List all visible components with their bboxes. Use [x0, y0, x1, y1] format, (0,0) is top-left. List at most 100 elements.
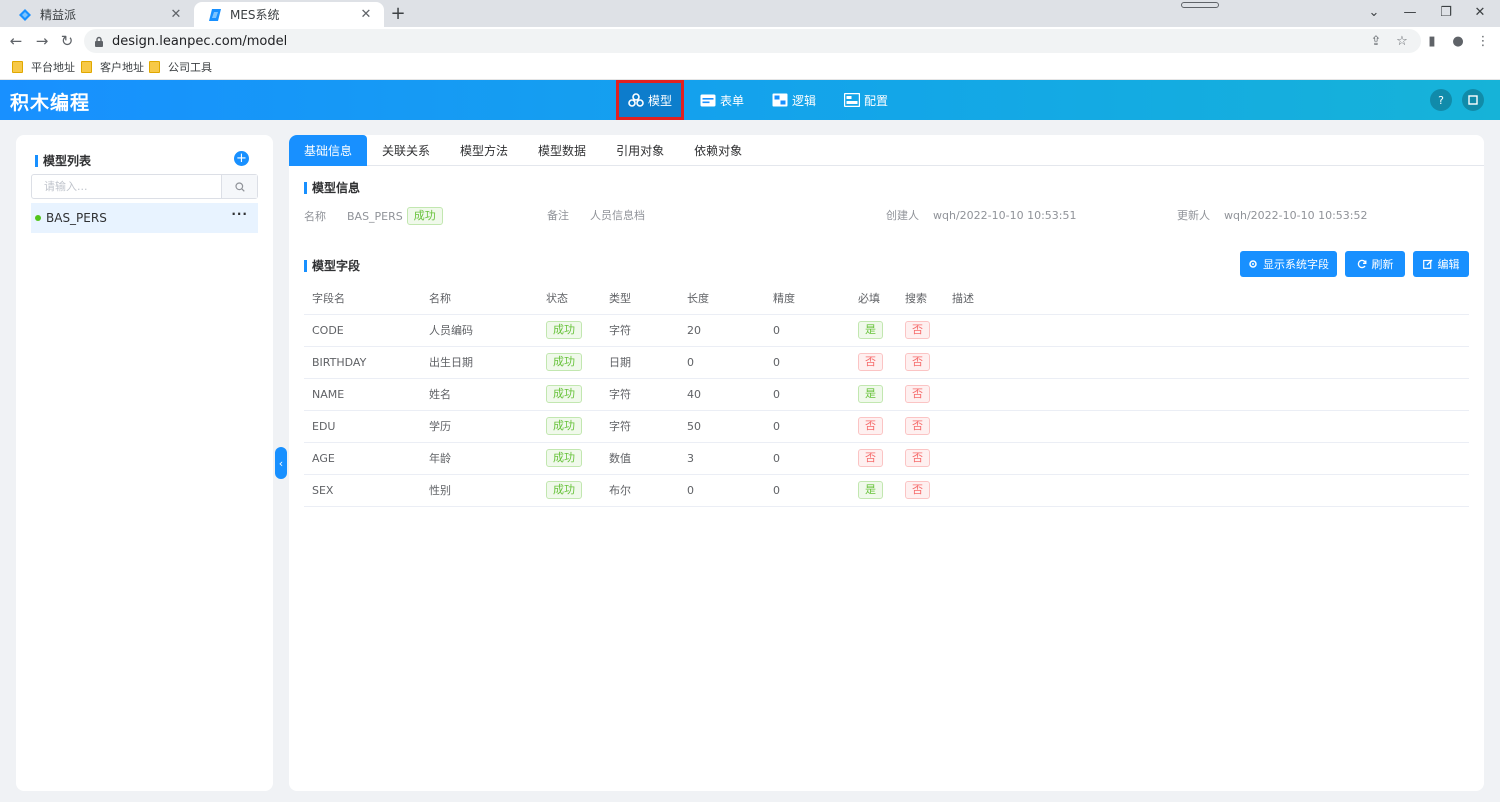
- required-badge: 否: [858, 449, 883, 467]
- help-icon[interactable]: ?: [1430, 89, 1452, 111]
- diamond-logo-icon: [18, 8, 32, 22]
- close-tab-icon[interactable]: ✕: [358, 7, 374, 22]
- nav-config[interactable]: 配置: [844, 80, 888, 120]
- info-name-label: 名称: [304, 210, 326, 223]
- refresh-button[interactable]: 刷新: [1345, 251, 1405, 277]
- reload-icon[interactable]: ↻: [57, 31, 77, 51]
- table-row[interactable]: BIRTHDAY 出生日期 成功 日期 0 0 否 否: [304, 346, 1469, 379]
- bookmark-label: 平台地址: [31, 61, 75, 74]
- status-badge: 成功: [546, 353, 582, 371]
- table-row[interactable]: CODE 人员编码 成功 字符 20 0 是 否: [304, 314, 1469, 347]
- back-arrow-icon[interactable]: ←: [6, 31, 26, 51]
- nav-logic[interactable]: 逻辑: [772, 80, 816, 120]
- url-field[interactable]: design.leanpec.com/model: [84, 29, 1421, 53]
- status-dot-icon: [35, 215, 41, 221]
- collapse-sidebar-icon[interactable]: ‹: [275, 447, 287, 479]
- model-list-item[interactable]: BAS_PERS ···: [31, 203, 258, 233]
- status-badge: 成功: [546, 449, 582, 467]
- search-badge: 否: [905, 321, 930, 339]
- cell-required: 是: [850, 314, 897, 347]
- cell-name: 人员编码: [421, 314, 538, 347]
- model-search-input[interactable]: [32, 175, 221, 198]
- cell-status: 成功: [538, 378, 601, 411]
- app-header: 积木编程 模型 表单 逻辑 配置 ?: [0, 80, 1500, 120]
- cell-required: 是: [850, 378, 897, 411]
- nav-model[interactable]: 模型: [616, 80, 684, 120]
- nav-form[interactable]: 表单: [700, 80, 744, 120]
- cell-status: 成功: [538, 410, 601, 443]
- tab-search-chevron-icon[interactable]: ⌄: [1358, 2, 1390, 22]
- close-window-icon[interactable]: ✕: [1464, 2, 1496, 22]
- tab-references[interactable]: 引用对象: [601, 135, 679, 166]
- restore-icon[interactable]: ❐: [1430, 2, 1462, 22]
- cell-desc: [944, 346, 1469, 379]
- cell-precision: 0: [765, 474, 850, 507]
- tab-basic-info[interactable]: 基础信息: [289, 135, 368, 166]
- bookmark-platform[interactable]: 平台地址: [12, 59, 75, 75]
- cell-field: BIRTHDAY: [304, 346, 421, 379]
- bookmark-company-tools[interactable]: 公司工具: [149, 59, 212, 75]
- new-tab-icon[interactable]: +: [388, 3, 408, 24]
- browser-tab-jingyipai[interactable]: 精益派 ✕: [4, 2, 194, 27]
- more-options-icon[interactable]: ···: [231, 207, 248, 221]
- col-header: 搜索: [897, 282, 944, 315]
- more-menu-icon[interactable]: ⋮: [1475, 33, 1491, 49]
- gear-icon: [1249, 260, 1257, 268]
- table-row[interactable]: NAME 姓名 成功 字符 40 0 是 否: [304, 378, 1469, 411]
- edit-icon: [1422, 259, 1432, 269]
- profile-pill-icon[interactable]: [1181, 2, 1219, 8]
- profile-avatar-icon[interactable]: ●: [1450, 33, 1466, 49]
- model-fields-table: 字段名 名称 状态 类型 长度 精度 必填 搜索 描述 CODE 人员编码 成功…: [304, 282, 1469, 507]
- cell-field: SEX: [304, 474, 421, 507]
- table-row[interactable]: EDU 学历 成功 字符 50 0 否 否: [304, 410, 1469, 443]
- fullscreen-icon[interactable]: [1462, 89, 1484, 111]
- cell-field: EDU: [304, 410, 421, 443]
- info-remark-value: 人员信息档: [590, 209, 645, 222]
- status-badge: 成功: [546, 417, 582, 435]
- show-system-fields-button[interactable]: 显示系统字段: [1240, 251, 1337, 277]
- cell-search: 否: [897, 442, 944, 475]
- forward-arrow-icon[interactable]: →: [32, 31, 52, 51]
- side-panel-icon[interactable]: ▮: [1424, 33, 1440, 49]
- edit-button[interactable]: 编辑: [1413, 251, 1469, 277]
- cell-required: 否: [850, 442, 897, 475]
- diamond-logo-icon: [208, 8, 222, 22]
- status-badge: 成功: [406, 207, 443, 225]
- lock-icon: [94, 36, 104, 47]
- close-tab-icon[interactable]: ✕: [168, 7, 184, 22]
- cell-type: 字符: [601, 314, 679, 347]
- browser-tab-mes[interactable]: MES系统 ✕: [194, 2, 384, 27]
- tab-relations[interactable]: 关联关系: [367, 135, 445, 166]
- bookmark-customer[interactable]: 客户地址: [81, 59, 144, 75]
- cell-desc: [944, 314, 1469, 347]
- search-icon[interactable]: [221, 175, 257, 198]
- model-list-title: 模型列表: [35, 152, 91, 169]
- cell-status: 成功: [538, 442, 601, 475]
- tab-data[interactable]: 模型数据: [523, 135, 601, 166]
- tab-dependencies[interactable]: 依赖对象: [679, 135, 757, 166]
- cell-required: 是: [850, 474, 897, 507]
- edit-label: 编辑: [1437, 258, 1460, 271]
- detail-tabs: 基础信息 关联关系 模型方法 模型数据 引用对象 依赖对象: [289, 135, 1484, 166]
- cell-precision: 0: [765, 314, 850, 347]
- add-model-icon[interactable]: +: [234, 151, 249, 166]
- cell-length: 0: [679, 474, 765, 507]
- browser-tab-strip: 精益派 ✕ MES系统 ✕ + ⌄ — ❐ ✕: [0, 0, 1500, 27]
- cell-search: 否: [897, 410, 944, 443]
- show-system-fields-label: 显示系统字段: [1263, 258, 1329, 271]
- minimize-icon[interactable]: —: [1394, 2, 1426, 22]
- tab-methods[interactable]: 模型方法: [445, 135, 523, 166]
- cell-length: 3: [679, 442, 765, 475]
- table-row[interactable]: SEX 性别 成功 布尔 0 0 是 否: [304, 474, 1469, 507]
- share-icon[interactable]: ⇪: [1368, 33, 1384, 49]
- bookmark-star-icon[interactable]: ☆: [1394, 33, 1410, 49]
- nav-form-label: 表单: [720, 93, 745, 108]
- nav-model-label: 模型: [647, 93, 672, 108]
- cell-name: 姓名: [421, 378, 538, 411]
- cell-field: NAME: [304, 378, 421, 411]
- tab-title: MES系统: [230, 8, 280, 22]
- folder-icon: [12, 61, 23, 73]
- cell-required: 否: [850, 410, 897, 443]
- status-badge: 成功: [546, 385, 582, 403]
- table-row[interactable]: AGE 年龄 成功 数值 3 0 否 否: [304, 442, 1469, 475]
